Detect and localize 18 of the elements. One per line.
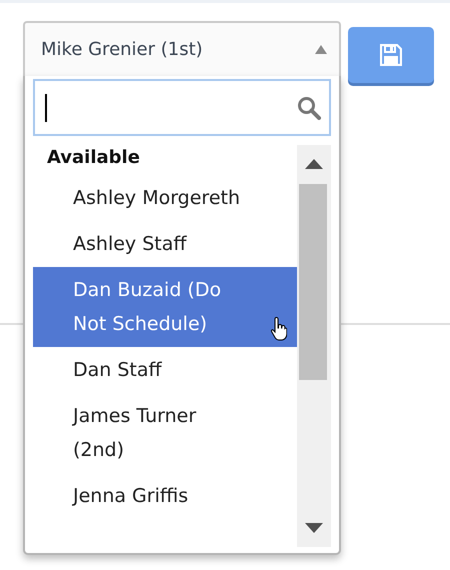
scroll-down-icon[interactable] [305, 523, 323, 533]
scroll-up-icon[interactable] [305, 159, 323, 169]
option-item[interactable]: Dan Staff [33, 347, 297, 393]
search-field[interactable] [33, 79, 331, 136]
save-icon [380, 44, 402, 66]
option-item[interactable]: Ashley Staff [33, 221, 297, 267]
option-item[interactable]: Dan Buzaid (Do Not Schedule) [33, 267, 297, 347]
option-item[interactable]: James Turner (2nd) [33, 393, 297, 473]
option-item[interactable]: Ashley Morgereth [33, 175, 297, 221]
text-cursor [45, 94, 47, 122]
save-button[interactable] [348, 27, 434, 83]
scrollbar[interactable] [297, 145, 331, 547]
select-field[interactable]: Mike Grenier (1st) [23, 21, 341, 76]
option-item[interactable]: Jenna Griffis [33, 473, 297, 519]
selected-value: Mike Grenier (1st) [41, 39, 203, 60]
group-heading: Available [46, 146, 141, 170]
hand-cursor-icon [271, 317, 287, 341]
search-icon [297, 96, 321, 120]
